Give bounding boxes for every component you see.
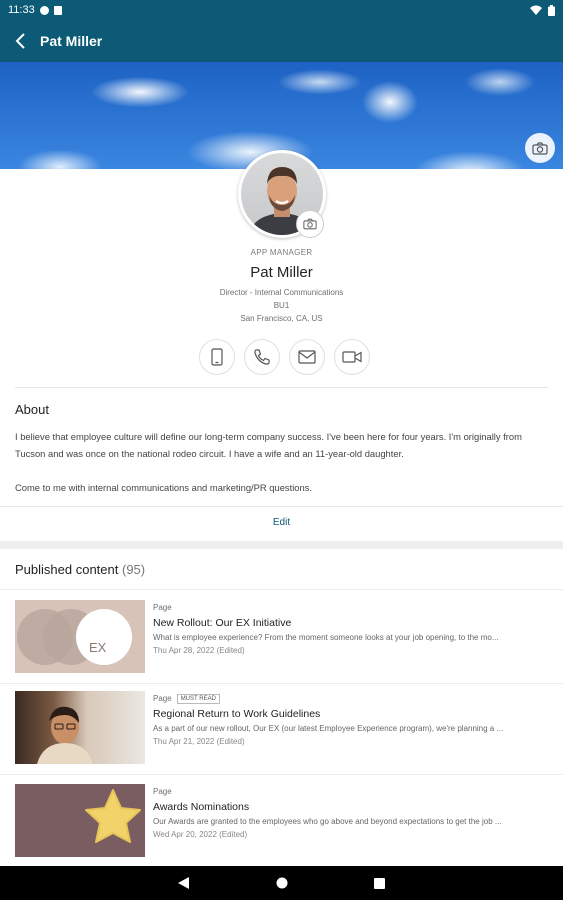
status-time: 11:33 bbox=[8, 4, 35, 16]
profile-name: Pat Miller bbox=[250, 264, 313, 281]
thumbnail-label: EX bbox=[89, 640, 107, 655]
change-photo-button[interactable] bbox=[296, 210, 324, 238]
system-nav-bar bbox=[0, 866, 563, 900]
sim-icon bbox=[53, 5, 62, 15]
content-description: As a part of our new rollout, Our EX (ou… bbox=[153, 724, 504, 733]
content-item[interactable]: EX Page New Rollout: Our EX Initiative W… bbox=[0, 590, 563, 676]
nav-back-button[interactable] bbox=[174, 873, 194, 893]
recents-square-icon bbox=[374, 877, 385, 889]
divider bbox=[15, 387, 548, 388]
content-thumbnail bbox=[15, 784, 145, 857]
content-title: Awards Nominations bbox=[153, 801, 250, 813]
email-icon bbox=[298, 350, 316, 364]
camera-icon bbox=[532, 141, 548, 155]
nav-home-button[interactable] bbox=[272, 873, 292, 893]
location: San Francisco, CA, US bbox=[240, 314, 323, 323]
battery-icon bbox=[548, 4, 555, 16]
content-date: Wed Apr 20, 2022 (Edited) bbox=[153, 830, 248, 839]
content-type: Page bbox=[153, 603, 172, 612]
content-description: Our Awards are granted to the employees … bbox=[153, 817, 502, 826]
published-content-count: (95) bbox=[121, 562, 146, 577]
about-heading: About bbox=[15, 402, 49, 417]
content-type: Page bbox=[153, 694, 172, 703]
star-icon bbox=[85, 789, 141, 843]
camera-icon bbox=[303, 218, 317, 230]
job-title: Director - Internal Communications bbox=[219, 288, 344, 297]
business-unit: BU1 bbox=[273, 301, 290, 310]
status-bar: 11:33 bbox=[0, 0, 563, 20]
ex-thumbnail-graphic bbox=[17, 609, 132, 665]
about-text: I believe that employee culture will def… bbox=[15, 428, 545, 496]
edit-button[interactable]: Edit bbox=[0, 517, 563, 528]
content-type: Page bbox=[153, 787, 172, 796]
phone-icon bbox=[254, 349, 270, 365]
home-circle-icon bbox=[276, 877, 287, 889]
content-description: What is employee experience? From the mo… bbox=[153, 633, 499, 642]
content-thumbnail bbox=[15, 691, 145, 764]
published-content-heading: Published content (95) bbox=[15, 562, 145, 577]
app-bar: Pat Miller bbox=[0, 20, 563, 62]
phone-call-button[interactable] bbox=[244, 339, 280, 375]
content-item[interactable]: Page Awards Nominations Our Awards are g… bbox=[0, 774, 563, 860]
app-bar-title: Pat Miller bbox=[40, 33, 103, 49]
section-separator bbox=[0, 541, 563, 549]
back-triangle-icon bbox=[177, 877, 189, 889]
content-date: Thu Apr 21, 2022 (Edited) bbox=[153, 737, 245, 746]
content-item[interactable]: Page MUST READ Regional Return to Work G… bbox=[0, 681, 563, 767]
content-date: Thu Apr 28, 2022 (Edited) bbox=[153, 646, 245, 655]
change-cover-button[interactable] bbox=[525, 133, 555, 163]
notification-icon bbox=[39, 5, 49, 15]
video-icon bbox=[342, 351, 362, 363]
mobile-call-button[interactable] bbox=[199, 339, 235, 375]
mobile-phone-icon bbox=[211, 348, 223, 366]
content-thumbnail: EX bbox=[15, 600, 145, 673]
email-button[interactable] bbox=[289, 339, 325, 375]
content-title: New Rollout: Our EX Initiative bbox=[153, 617, 292, 629]
content-title: Regional Return to Work Guidelines bbox=[153, 708, 321, 720]
divider bbox=[0, 506, 563, 507]
back-arrow-icon bbox=[15, 33, 25, 49]
profile-info: APP MANAGER Pat Miller Director - Intern… bbox=[0, 248, 563, 325]
video-call-button[interactable] bbox=[334, 339, 370, 375]
back-button[interactable] bbox=[0, 20, 40, 62]
contact-actions bbox=[199, 339, 370, 375]
wifi-icon bbox=[530, 5, 542, 15]
role-label: APP MANAGER bbox=[250, 248, 313, 257]
person-photo-graphic bbox=[37, 706, 93, 764]
about-paragraph: Come to me with internal communications … bbox=[15, 482, 313, 493]
must-read-badge: MUST READ bbox=[176, 693, 220, 704]
published-content-label: Published content bbox=[15, 562, 119, 577]
nav-recents-button[interactable] bbox=[370, 873, 390, 893]
about-paragraph: I believe that employee culture will def… bbox=[15, 431, 522, 459]
